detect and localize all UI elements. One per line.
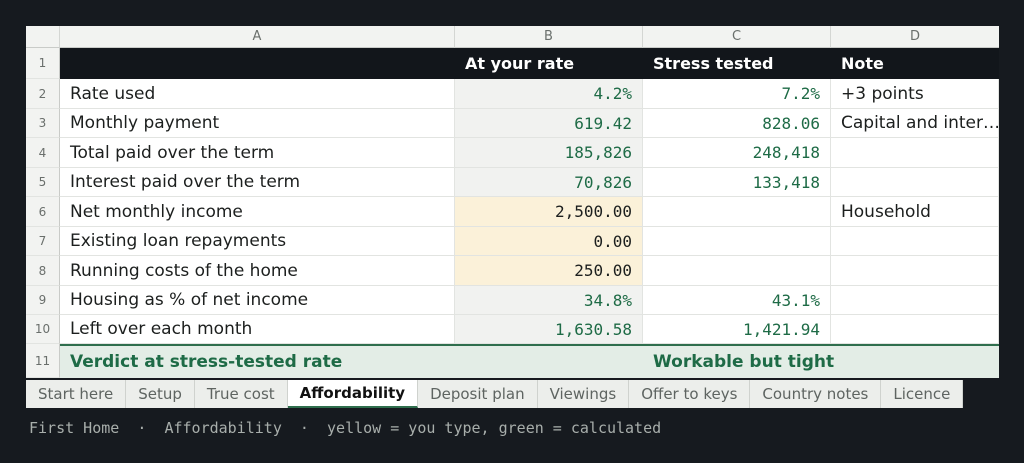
value-cell-stress-tested[interactable] <box>643 256 831 286</box>
value-cell-stress-tested[interactable]: 248,418 <box>643 138 831 168</box>
sheet-tab-bar: Start here Setup True cost Affordability… <box>26 380 964 408</box>
label-cell[interactable]: Running costs of the home <box>60 256 455 286</box>
label-cell[interactable]: Existing loan repayments <box>60 227 455 256</box>
value-cell-at-your-rate[interactable]: 34.8% <box>455 286 643 315</box>
note-cell[interactable] <box>831 286 999 315</box>
spreadsheet-grid: A B C D 1 At your rate Stress tested Not… <box>26 26 999 378</box>
value-cell-stress-tested[interactable]: 828.06 <box>643 109 831 138</box>
label-cell[interactable]: Net monthly income <box>60 197 455 227</box>
label-cell[interactable]: Total paid over the term <box>60 138 455 168</box>
value-cell-at-your-rate[interactable]: 619.42 <box>455 109 643 138</box>
label-cell[interactable]: Interest paid over the term <box>60 168 455 197</box>
column-header-a[interactable]: A <box>60 26 455 48</box>
note-cell[interactable]: +3 points <box>831 79 999 109</box>
row-header[interactable]: 10 <box>26 315 60 344</box>
label-cell[interactable]: Housing as % of net income <box>60 286 455 315</box>
value-cell-stress-tested[interactable]: 43.1% <box>643 286 831 315</box>
column-header-c[interactable]: C <box>643 26 831 48</box>
header-cell-at-your-rate[interactable]: At your rate <box>455 48 643 79</box>
input-cell-running-costs[interactable]: 250.00 <box>455 256 643 286</box>
header-cell-a[interactable] <box>60 48 455 79</box>
tab-true-cost[interactable]: True cost <box>194 380 288 408</box>
tab-start-here[interactable]: Start here <box>26 380 127 408</box>
row-header[interactable]: 9 <box>26 286 60 315</box>
verdict-value-cell[interactable]: Workable but tight <box>643 346 999 378</box>
tab-country-notes[interactable]: Country notes <box>750 380 882 408</box>
row-header[interactable]: 7 <box>26 227 60 256</box>
note-cell[interactable]: Capital and inter… <box>831 109 999 138</box>
tab-licence[interactable]: Licence <box>881 380 964 408</box>
value-cell-stress-tested[interactable]: 1,421.94 <box>643 315 831 344</box>
value-cell-stress-tested[interactable]: 7.2% <box>643 79 831 109</box>
label-cell[interactable]: Monthly payment <box>60 109 455 138</box>
note-cell[interactable] <box>831 315 999 344</box>
row-header[interactable]: 8 <box>26 256 60 286</box>
tab-deposit-plan[interactable]: Deposit plan <box>418 380 538 408</box>
row-header[interactable]: 2 <box>26 79 60 109</box>
note-cell[interactable] <box>831 168 999 197</box>
row-header[interactable]: 5 <box>26 168 60 197</box>
value-cell-stress-tested[interactable]: 133,418 <box>643 168 831 197</box>
verdict-label-cell[interactable]: Verdict at stress-tested rate <box>60 346 643 378</box>
label-cell[interactable]: Rate used <box>60 79 455 109</box>
row-header[interactable]: 6 <box>26 197 60 227</box>
corner-cell[interactable] <box>26 26 60 48</box>
note-cell[interactable] <box>831 256 999 286</box>
row-header[interactable]: 4 <box>26 138 60 168</box>
row-header[interactable]: 11 <box>26 344 60 378</box>
value-cell-stress-tested[interactable] <box>643 227 831 256</box>
value-cell-stress-tested[interactable] <box>643 197 831 227</box>
input-cell-net-monthly-income[interactable]: 2,500.00 <box>455 197 643 227</box>
label-cell[interactable]: Left over each month <box>60 315 455 344</box>
column-header-b[interactable]: B <box>455 26 643 48</box>
input-cell-existing-loan-repayments[interactable]: 0.00 <box>455 227 643 256</box>
note-cell[interactable] <box>831 138 999 168</box>
note-cell[interactable]: Household <box>831 197 999 227</box>
value-cell-at-your-rate[interactable]: 70,826 <box>455 168 643 197</box>
status-bar: First Home · Affordability · yellow = yo… <box>29 419 662 437</box>
column-header-d[interactable]: D <box>831 26 999 48</box>
tab-viewings[interactable]: Viewings <box>537 380 630 408</box>
value-cell-at-your-rate[interactable]: 185,826 <box>455 138 643 168</box>
value-cell-at-your-rate[interactable]: 4.2% <box>455 79 643 109</box>
header-cell-note[interactable]: Note <box>831 48 999 79</box>
tab-offer-to-keys[interactable]: Offer to keys <box>629 380 751 408</box>
tab-setup[interactable]: Setup <box>126 380 195 408</box>
note-cell[interactable] <box>831 227 999 256</box>
row-header[interactable]: 1 <box>26 48 60 79</box>
header-cell-stress-tested[interactable]: Stress tested <box>643 48 831 79</box>
tab-affordability[interactable]: Affordability <box>287 380 419 408</box>
value-cell-at-your-rate[interactable]: 1,630.58 <box>455 315 643 344</box>
row-header[interactable]: 3 <box>26 109 60 138</box>
